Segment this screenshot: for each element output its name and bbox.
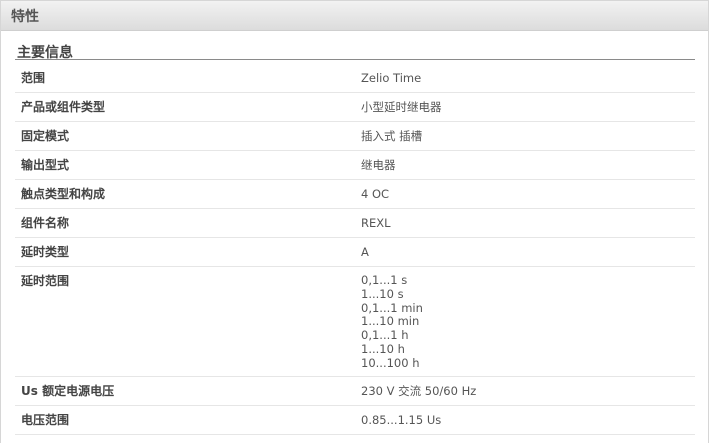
- row-label: 延时范围: [15, 266, 355, 377]
- table-row: 产品或组件类型 小型延时继电器: [15, 92, 695, 122]
- table-row: 组件名称 REXL: [15, 208, 695, 238]
- row-value: 插入式 插槽: [355, 121, 695, 151]
- characteristics-panel: 特性 主要信息 范围 Zelio Time 产品或组件类型 小型延时继电器 固定…: [0, 0, 709, 443]
- row-value: 小型延时继电器: [355, 92, 695, 122]
- value-line: REXL: [361, 216, 391, 230]
- row-label: 固定模式: [15, 121, 355, 151]
- value-line: A: [361, 245, 369, 259]
- panel-title: 特性: [11, 8, 39, 25]
- table-row: 触点类型和构成 4 OC: [15, 179, 695, 209]
- table-row: 范围 Zelio Time: [15, 64, 695, 93]
- row-label: 产品或组件类型: [15, 92, 355, 122]
- value-line: 230 V 交流 50/60 Hz: [361, 383, 477, 398]
- value-line: 继电器: [361, 158, 396, 172]
- row-value: 继电器: [355, 150, 695, 180]
- row-value: 0,1...1 s 1...10 s 0,1...1 min 1...10 mi…: [355, 266, 695, 377]
- value-line: 4 OC: [361, 187, 390, 201]
- value-line: Zelio Time: [361, 71, 422, 85]
- table-row: 固定模式 插入式 插槽: [15, 121, 695, 151]
- row-label: 范围: [15, 64, 355, 93]
- row-value: REXL: [355, 208, 695, 238]
- value-line: 0,1...1 h: [361, 328, 409, 343]
- row-value: A: [355, 237, 695, 267]
- value-line: 0,1...1 s: [361, 273, 408, 287]
- value-line: 1...10 s: [361, 286, 404, 301]
- row-label: 延时类型: [15, 237, 355, 267]
- value-line: 1...10 min: [361, 314, 420, 329]
- row-label: 电压范围: [15, 405, 355, 435]
- row-value: 0.85...1.15 Us: [355, 405, 695, 435]
- value-line: 10...100 h: [361, 355, 420, 370]
- table-row: 延时范围 0,1...1 s 1...10 s 0,1...1 min 1...…: [15, 266, 695, 377]
- value-line: 0.85...1.15 Us: [361, 412, 442, 427]
- row-label: 组件名称: [15, 208, 355, 238]
- table-row: 电压范围 0.85...1.15 Us: [15, 405, 695, 435]
- row-label: 输出型式: [15, 150, 355, 180]
- row-value: 4 OC: [355, 179, 695, 209]
- row-label: Us 额定电源电压: [15, 376, 355, 406]
- spec-table: 范围 Zelio Time 产品或组件类型 小型延时继电器 固定模式 插入式 插…: [15, 64, 695, 435]
- value-line: 小型延时继电器: [361, 100, 442, 114]
- row-value: Zelio Time: [355, 64, 695, 93]
- value-line: 插入式 插槽: [361, 129, 423, 143]
- table-row: 输出型式 继电器: [15, 150, 695, 180]
- section-divider: [15, 59, 695, 60]
- panel-header: 特性: [1, 1, 708, 31]
- value-line: 0,1...1 min: [361, 300, 423, 315]
- row-value: 230 V 交流 50/60 Hz: [355, 376, 695, 406]
- value-line: 1...10 h: [361, 341, 405, 356]
- row-label: 触点类型和构成: [15, 179, 355, 209]
- table-row: 延时类型 A: [15, 237, 695, 267]
- table-row: Us 额定电源电压 230 V 交流 50/60 Hz: [15, 376, 695, 406]
